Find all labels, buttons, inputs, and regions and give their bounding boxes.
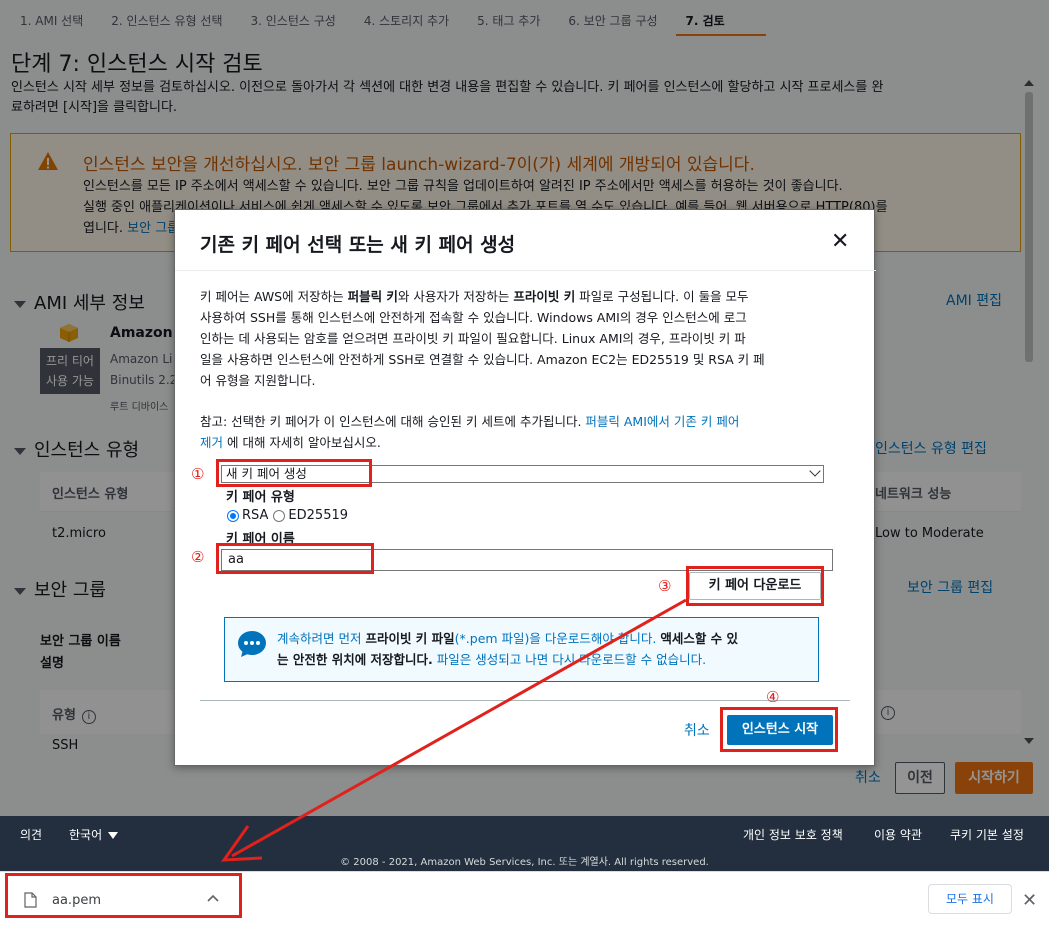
radio-rsa-label: RSA — [242, 508, 269, 523]
info-bold: 프라이빗 키 파일 — [365, 631, 455, 646]
copyright: © 2008 - 2021, Amazon Web Services, Inc.… — [340, 857, 709, 868]
show-all-button[interactable]: 모두 표시 — [928, 884, 1012, 914]
chat-bubble-icon — [238, 631, 266, 657]
annotation-box-2 — [216, 543, 374, 574]
key-pair-dialog: 기존 키 페어 선택 또는 새 키 페어 생성 ✕ 키 페어는 AWS에 저장하… — [174, 209, 876, 766]
annotation-number-4: ④ — [766, 688, 780, 706]
body-text: 와 사용자가 저장하는 — [397, 289, 514, 304]
note-line1: 참고: 선택한 키 페어가 이 인스턴스에 대해 승인된 키 세트에 추가됩니다… — [200, 411, 845, 432]
download-info-text: 계속하려면 먼저 프라이빗 키 파일(*.pem 파일)을 다운로드해야 합니다… — [277, 628, 813, 670]
key-pair-type-label: 키 페어 유형 — [226, 490, 295, 505]
info-bold: 는 안전한 위치에 저장합니다. — [277, 652, 433, 667]
learn-more-link[interactable]: 퍼블릭 AMI에서 기존 키 페어 — [585, 414, 739, 429]
close-icon[interactable]: ✕ — [1022, 890, 1037, 911]
info-line2: 는 안전한 위치에 저장합니다. 파일은 생성되고 나면 다시 다운로드할 수 … — [277, 649, 813, 670]
divider — [200, 700, 850, 701]
annotation-number-1: ① — [191, 465, 205, 483]
info-text: (*.pem 파일)을 다운로드해야 합니다. — [454, 631, 661, 646]
body-bold-private-key: 프라이빗 키 — [513, 289, 576, 304]
radio-ed25519[interactable] — [273, 509, 286, 522]
body-text: 키 페어는 AWS에 저장하는 — [200, 289, 348, 304]
dialog-body-text: 키 페어는 AWS에 저장하는 퍼블릭 키와 사용자가 저장하는 프라이빗 키 … — [200, 286, 845, 391]
language-label: 한국어 — [69, 828, 103, 842]
body-bold-public-key: 퍼블릭 키 — [347, 289, 398, 304]
note-line2: 제거 에 대해 자세히 알아보십시오. — [200, 432, 845, 453]
dialog-title: 기존 키 페어 선택 또는 새 키 페어 생성 — [200, 234, 516, 256]
body-line4: 일을 사용하면 인스턴스에 안전하게 SSH로 연결할 수 있습니다. Amaz… — [200, 352, 765, 367]
body-line1: 키 페어는 AWS에 저장하는 퍼블릭 키와 사용자가 저장하는 프라이빗 키 … — [200, 286, 845, 307]
dropdown-triangle-icon — [108, 832, 119, 839]
annotation-box-4 — [720, 707, 838, 752]
body-text: 파일로 구성됩니다. 이 둘을 모두 — [575, 289, 749, 304]
note-text: 참고: 선택한 키 페어가 이 인스턴스에 대해 승인된 키 세트에 추가됩니다… — [200, 414, 586, 429]
radio-ed25519-label: ED25519 — [288, 508, 349, 523]
terms-link[interactable]: 이용 약관 — [874, 826, 922, 843]
language-selector[interactable]: 한국어 — [69, 826, 119, 843]
annotation-number-2: ② — [191, 548, 205, 566]
info-bold: 액세스할 수 있 — [660, 631, 739, 646]
download-info-alert: 계속하려면 먼저 프라이빗 키 파일(*.pem 파일)을 다운로드해야 합니다… — [224, 617, 819, 682]
feedback-link[interactable]: 의견 — [20, 826, 42, 843]
body-line3: 인하는 데 사용되는 암호를 얻으려면 프라이빗 키 파일이 필요합니다. Li… — [200, 331, 746, 346]
radio-rsa[interactable] — [227, 509, 239, 522]
privacy-link[interactable]: 개인 정보 보호 정책 — [743, 826, 843, 843]
body-line2: 사용하여 SSH를 통해 인스턴스에 안전하게 접속할 수 있습니다. Wind… — [200, 310, 747, 325]
learn-more-link-cont[interactable]: 제거 — [200, 435, 223, 450]
console-footer: 의견 한국어 개인 정보 보호 정책 이용 약관 쿠키 기본 설정 © 2008… — [0, 816, 1049, 871]
annotation-box-download — [5, 873, 242, 918]
note-text: 에 대해 자세히 알아보십시오. — [223, 435, 381, 450]
chevron-down-icon — [809, 465, 821, 477]
annotation-number-3: ③ — [658, 577, 672, 595]
dialog-note: 참고: 선택한 키 페어가 이 인스턴스에 대해 승인된 키 세트에 추가됩니다… — [200, 411, 845, 453]
annotation-box-3 — [686, 566, 824, 606]
close-icon[interactable]: ✕ — [831, 230, 849, 254]
divider — [175, 270, 876, 271]
info-line1: 계속하려면 먼저 프라이빗 키 파일(*.pem 파일)을 다운로드해야 합니다… — [277, 628, 813, 649]
body-line5: 어 유형을 지원합니다. — [200, 373, 316, 388]
info-text: 계속하려면 먼저 — [277, 631, 366, 646]
key-pair-type-radios: RSA ED25519 — [227, 508, 348, 523]
cookie-preferences-link[interactable]: 쿠키 기본 설정 — [950, 826, 1024, 843]
annotation-box-1 — [216, 459, 372, 487]
info-text: 파일은 생성되고 나면 다시 다운로드할 수 없습니다. — [432, 652, 707, 667]
dialog-cancel-link[interactable]: 취소 — [684, 720, 710, 740]
